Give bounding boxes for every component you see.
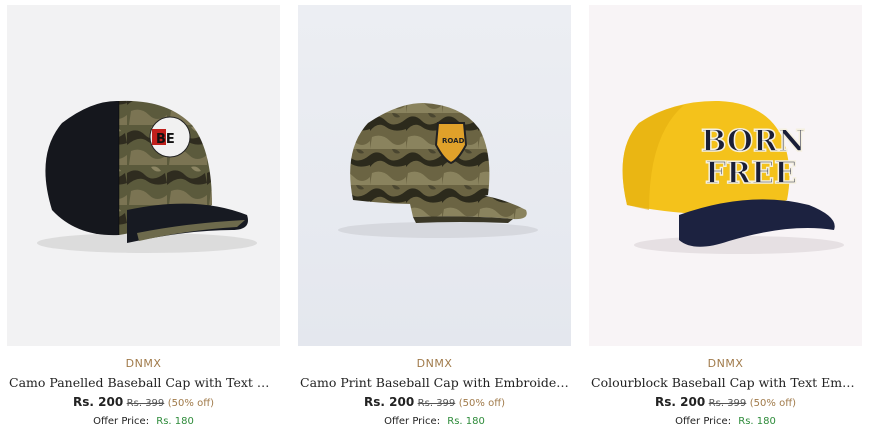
product-discount: (50% off) bbox=[749, 398, 796, 409]
camo-panelled-cap-image: BE bbox=[37, 100, 257, 253]
offer-label: Offer Price: bbox=[384, 416, 441, 427]
offer-price: Rs. 180 bbox=[447, 416, 485, 427]
offer-price: Rs. 180 bbox=[156, 416, 194, 427]
product-discount: (50% off) bbox=[167, 398, 214, 409]
offer-row: Offer Price: Rs. 180 bbox=[7, 415, 280, 429]
camo-print-cap-image: ROAD bbox=[338, 103, 538, 238]
product-title[interactable]: Colourblock Baseball Cap with Text Embro… bbox=[589, 375, 862, 391]
product-brand: DNMX bbox=[707, 357, 744, 370]
product-mrp: Rs. 399 bbox=[417, 398, 456, 409]
product-mrp: Rs. 399 bbox=[708, 398, 747, 409]
product-card[interactable]: ROAD DNMX Camo Print Baseball Cap with E… bbox=[298, 5, 571, 441]
price-row: Rs. 200 Rs. 399 (50% off) bbox=[7, 395, 280, 411]
product-price: Rs. 200 bbox=[73, 395, 124, 409]
product-grid: BE DNMX Camo Panelled Baseball Cap with … bbox=[0, 0, 877, 443]
price-row: Rs. 200 Rs. 399 (50% off) bbox=[298, 395, 571, 411]
product-mrp: Rs. 399 bbox=[126, 398, 165, 409]
svg-text:ROAD: ROAD bbox=[442, 137, 465, 145]
svg-text:FREE: FREE bbox=[705, 156, 797, 191]
product-image[interactable]: BORN FREE bbox=[589, 5, 862, 346]
offer-price: Rs. 180 bbox=[738, 416, 776, 427]
offer-row: Offer Price: Rs. 180 bbox=[589, 415, 862, 429]
product-brand: DNMX bbox=[416, 357, 453, 370]
offer-row: Offer Price: Rs. 180 bbox=[298, 415, 571, 429]
svg-text:BE: BE bbox=[156, 132, 175, 147]
product-card[interactable]: BORN FREE DNMX Colourblock Baseball Cap … bbox=[589, 5, 862, 441]
product-price: Rs. 200 bbox=[655, 395, 706, 409]
svg-text:BORN: BORN bbox=[701, 124, 805, 159]
product-title[interactable]: Camo Panelled Baseball Cap with Text Emb… bbox=[7, 375, 280, 391]
product-image[interactable]: ROAD bbox=[298, 5, 571, 346]
colourblock-cap-image: BORN FREE bbox=[622, 100, 844, 254]
price-row: Rs. 200 Rs. 399 (50% off) bbox=[589, 395, 862, 411]
product-brand: DNMX bbox=[125, 357, 162, 370]
offer-label: Offer Price: bbox=[675, 416, 732, 427]
product-title[interactable]: Camo Print Baseball Cap with Embroidery bbox=[298, 375, 571, 391]
offer-label: Offer Price: bbox=[93, 416, 150, 427]
product-price: Rs. 200 bbox=[364, 395, 415, 409]
product-discount: (50% off) bbox=[458, 398, 505, 409]
product-card[interactable]: BE DNMX Camo Panelled Baseball Cap with … bbox=[7, 5, 280, 441]
product-image[interactable]: BE bbox=[7, 5, 280, 346]
